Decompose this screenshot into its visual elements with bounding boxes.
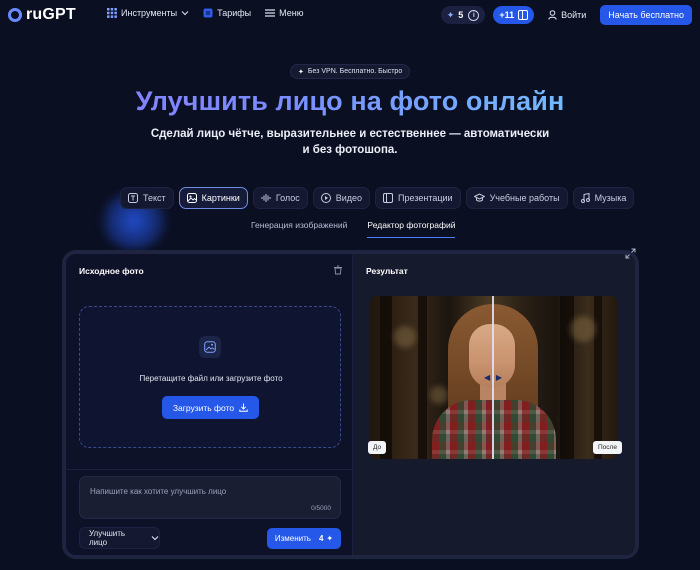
tab-education[interactable]: Учебные работы (465, 187, 568, 209)
subtab-image-generation[interactable]: Генерация изображений (251, 220, 347, 238)
text-icon (128, 193, 138, 203)
source-column: Исходное фото Перетащите файл или загруз… (66, 254, 353, 555)
logo-ring-icon (8, 8, 22, 22)
gift-icon (518, 10, 529, 20)
result-photo[interactable]: ◀ ▶ (370, 296, 617, 459)
editor-panel: Исходное фото Перетащите файл или загруз… (62, 250, 639, 559)
logo-text: ruGPT (26, 6, 76, 23)
tab-presentations[interactable]: Презентации (375, 187, 461, 209)
nav-label-plans: Тарифы (217, 8, 252, 18)
tab-label: Видео (335, 193, 363, 203)
upload-photo-label: Загрузить фото (172, 402, 235, 413)
photo-bokeh (430, 386, 448, 404)
prompt-placeholder: Напишите как хотите улучшить лицо (90, 487, 227, 496)
before-label: До (368, 441, 387, 454)
page-title: Улучшить лицо на фото онлайн (0, 86, 700, 117)
hero-badge-text: Без VPN. Бесплатно. Быстро (307, 68, 403, 75)
hamburger-icon (265, 9, 276, 17)
change-button[interactable]: Изменить 4 ✦ (267, 528, 341, 549)
image-upload-icon (199, 336, 221, 358)
mode-select[interactable]: Улучшить лицо (79, 527, 160, 549)
mode-select-label: Улучшить лицо (89, 529, 126, 547)
nav-item-tools[interactable]: Инструменты (107, 8, 189, 18)
change-button-label: Изменить (274, 534, 311, 543)
photo-bokeh (570, 316, 596, 342)
sparkle-icon: ✦ (326, 534, 334, 543)
video-icon (320, 193, 331, 203)
category-tabs: Текст Картинки Голос Видео Презентации У… (120, 187, 639, 209)
presentation-icon (383, 193, 394, 203)
user-icon (548, 10, 557, 20)
change-cost: 4 (318, 534, 324, 543)
photo-tree (418, 296, 427, 459)
credits-count: 5 (458, 10, 464, 20)
logo[interactable]: ruGPT (8, 6, 76, 24)
sparkle-icon: ✦ (446, 9, 455, 20)
subtab-photo-editor[interactable]: Редактор фотографий (367, 220, 456, 238)
tab-label: Голос (275, 193, 300, 203)
nav-label-menu: Меню (279, 8, 304, 18)
tab-label: Презентации (398, 193, 453, 203)
login-label: Войти (561, 10, 587, 20)
nav-item-plans[interactable]: Тарифы (203, 8, 251, 18)
hero-badge: ✦ Без VPN. Бесплатно. Быстро (290, 64, 411, 79)
result-title: Результат (366, 266, 408, 276)
tab-text[interactable]: Текст (120, 187, 174, 209)
download-icon (239, 403, 248, 412)
nav-item-menu[interactable]: Меню (265, 8, 303, 18)
grid-icon (107, 8, 117, 18)
source-title: Исходное фото (79, 266, 144, 276)
divider (66, 469, 353, 470)
tab-label: Музыка (594, 193, 627, 203)
chevron-down-icon (151, 535, 159, 541)
voice-icon (261, 193, 271, 203)
tab-label: Текст (143, 193, 166, 203)
nav-label-tools: Инструменты (121, 8, 178, 18)
compare-handle-icon[interactable]: ◀ ▶ (484, 370, 502, 384)
photo-bokeh (394, 326, 416, 348)
credits-pill[interactable]: ✦ 5 i (440, 6, 486, 24)
plan-icon (203, 8, 213, 18)
main-nav: Инструменты Тарифы Меню (107, 8, 317, 18)
start-free-button[interactable]: Начать бесплатно (600, 5, 692, 25)
page-subtitle: Сделай лицо чётче, выразительнее и естес… (150, 128, 550, 156)
chevron-down-icon (181, 10, 189, 16)
dropzone-text: Перетащите файл или загрузите фото (139, 374, 283, 383)
top-header: ruGPT Инструменты Тарифы Меню ✦ 5 i +11 … (0, 0, 700, 30)
sub-tabs: Генерация изображений Редактор фотографи… (251, 220, 475, 238)
photo-tree (380, 296, 392, 459)
tab-video[interactable]: Видео (312, 187, 371, 209)
prompt-textarea[interactable]: Напишите как хотите улучшить лицо 0/5000 (79, 476, 341, 519)
upload-dropzone[interactable]: Перетащите файл или загрузите фото Загру… (79, 306, 341, 448)
after-label: После (593, 441, 622, 454)
trash-icon[interactable] (332, 264, 344, 276)
prompt-counter: 0/5000 (311, 505, 331, 512)
tab-label: Учебные работы (489, 193, 560, 203)
login-link[interactable]: Войти (548, 10, 586, 20)
upload-photo-button[interactable]: Загрузить фото (162, 396, 259, 419)
photo-tree (594, 296, 602, 459)
tab-label: Картинки (201, 193, 240, 203)
tab-voice[interactable]: Голос (252, 187, 308, 209)
image-icon (186, 193, 197, 203)
photo-shirt (432, 400, 556, 459)
tab-images[interactable]: Картинки (178, 187, 248, 209)
music-icon (580, 193, 590, 203)
bonus-count: +11 (499, 10, 515, 20)
expand-icon[interactable] (621, 244, 639, 262)
tab-music[interactable]: Музыка (572, 187, 635, 209)
education-icon (473, 193, 485, 203)
sparkle-icon: ✦ (298, 68, 304, 76)
info-icon: i (468, 9, 480, 21)
header-actions: ✦ 5 i +11 Войти Начать бесплатно (440, 5, 692, 25)
result-column: Результат ◀ ▶ До После (353, 254, 635, 555)
bonus-pill[interactable]: +11 (493, 6, 535, 24)
